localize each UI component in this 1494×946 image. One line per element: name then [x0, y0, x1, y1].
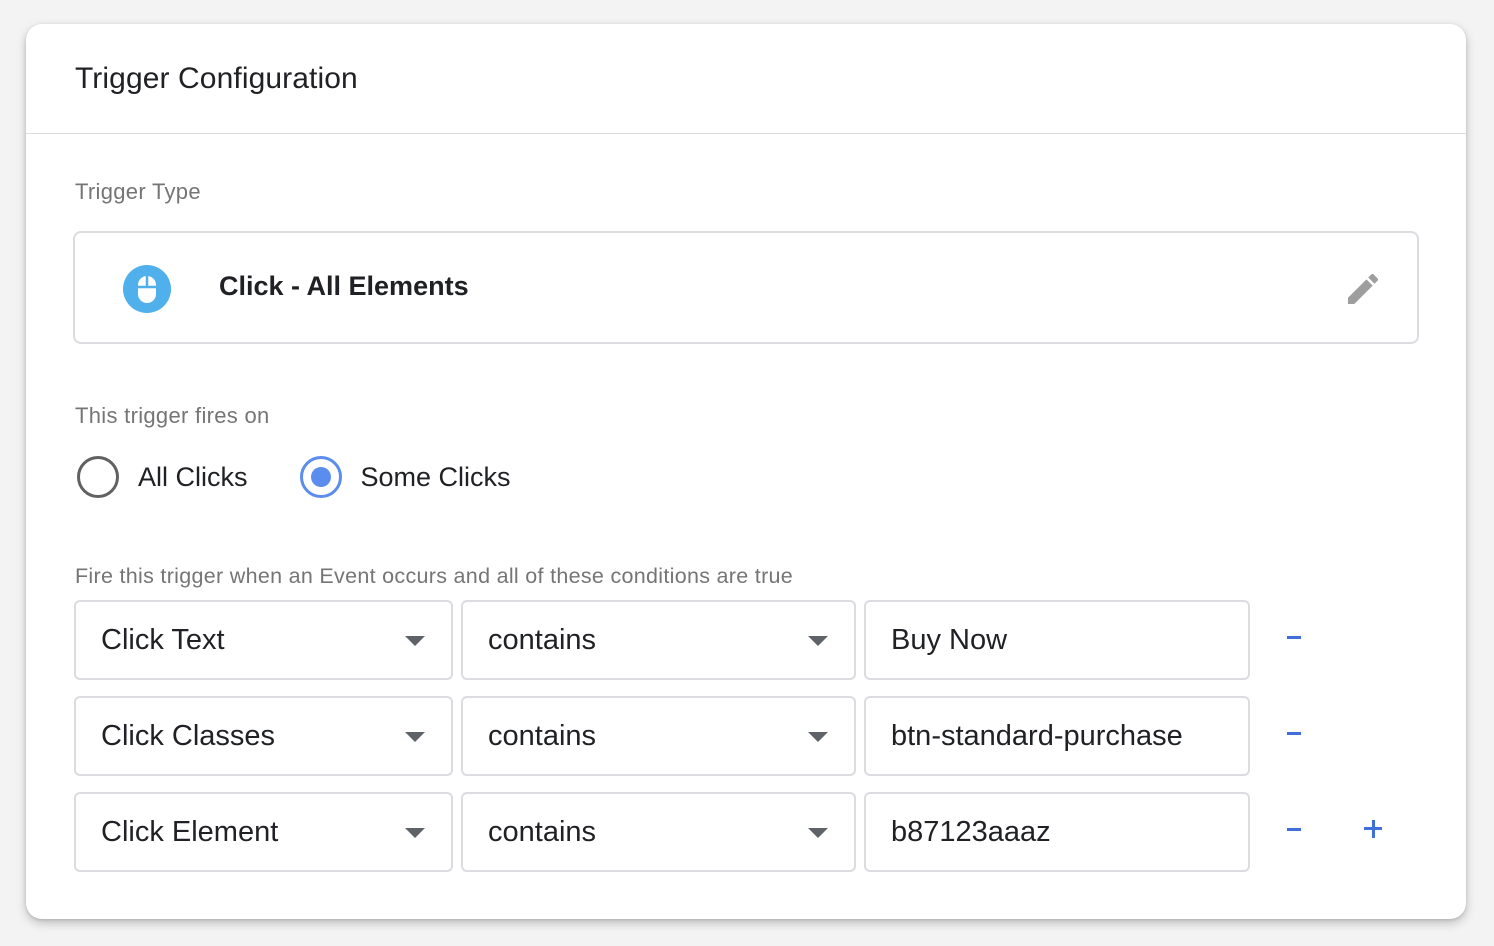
card-header: Trigger Configuration	[26, 24, 1466, 134]
value-input-text: b87123aaaz	[891, 816, 1051, 848]
variable-select[interactable]: Click Classes	[74, 696, 453, 776]
variable-select[interactable]: Click Text	[74, 600, 453, 680]
card-title: Trigger Configuration	[75, 62, 358, 95]
dropdown-arrow-icon	[405, 732, 425, 742]
value-input-text: btn-standard-purchase	[891, 720, 1183, 752]
mouse-icon	[123, 265, 171, 313]
variable-select-value: Click Text	[101, 624, 225, 656]
operator-select[interactable]: contains	[461, 696, 856, 776]
remove-condition-button[interactable]	[1274, 618, 1314, 658]
trigger-type-name: Click - All Elements	[219, 271, 469, 301]
variable-select[interactable]: Click Element	[74, 792, 453, 872]
fires-on-label: This trigger fires on	[75, 403, 270, 428]
minus-icon	[1287, 828, 1301, 831]
fires-on-radio-group: All Clicks Some Clicks	[77, 456, 563, 498]
variable-select-value: Click Element	[101, 816, 279, 848]
radio-all-clicks[interactable]: All Clicks	[77, 456, 248, 498]
trigger-type-label: Trigger Type	[75, 179, 201, 204]
radio-some-clicks-label: Some Clicks	[360, 461, 511, 492]
operator-select-value: contains	[488, 624, 597, 656]
dropdown-arrow-icon	[808, 828, 828, 838]
value-input[interactable]: btn-standard-purchase	[864, 696, 1250, 776]
conditions-label: Fire this trigger when an Event occurs a…	[75, 564, 794, 588]
dropdown-arrow-icon	[405, 636, 425, 646]
operator-select[interactable]: contains	[461, 600, 856, 680]
value-input-text: Buy Now	[891, 624, 1008, 656]
add-condition-button[interactable]	[1353, 810, 1393, 850]
radio-unselected-icon[interactable]	[77, 456, 119, 498]
minus-icon	[1287, 636, 1301, 639]
remove-condition-button[interactable]	[1274, 810, 1314, 850]
radio-selected-icon[interactable]	[299, 456, 342, 498]
dropdown-arrow-icon	[808, 732, 828, 742]
pencil-edit-icon[interactable]	[1343, 269, 1383, 309]
value-input[interactable]: b87123aaaz	[864, 792, 1250, 872]
radio-all-clicks-label: All Clicks	[138, 461, 248, 492]
operator-select-value: contains	[488, 816, 597, 848]
trigger-type-selector[interactable]: Click - All Elements	[73, 231, 1419, 344]
operator-select-value: contains	[488, 720, 597, 752]
trigger-configuration-card: Trigger Configuration Trigger Type Click…	[26, 24, 1466, 919]
variable-select-value: Click Classes	[101, 720, 276, 752]
dropdown-arrow-icon	[808, 636, 828, 646]
remove-condition-button[interactable]	[1274, 714, 1314, 754]
plus-icon-vertical-stroke	[1371, 819, 1375, 838]
operator-select[interactable]: contains	[461, 792, 856, 872]
minus-icon	[1287, 732, 1301, 735]
dropdown-arrow-icon	[405, 828, 425, 838]
radio-some-clicks[interactable]: Some Clicks	[299, 456, 511, 498]
value-input[interactable]: Buy Now	[864, 600, 1250, 680]
